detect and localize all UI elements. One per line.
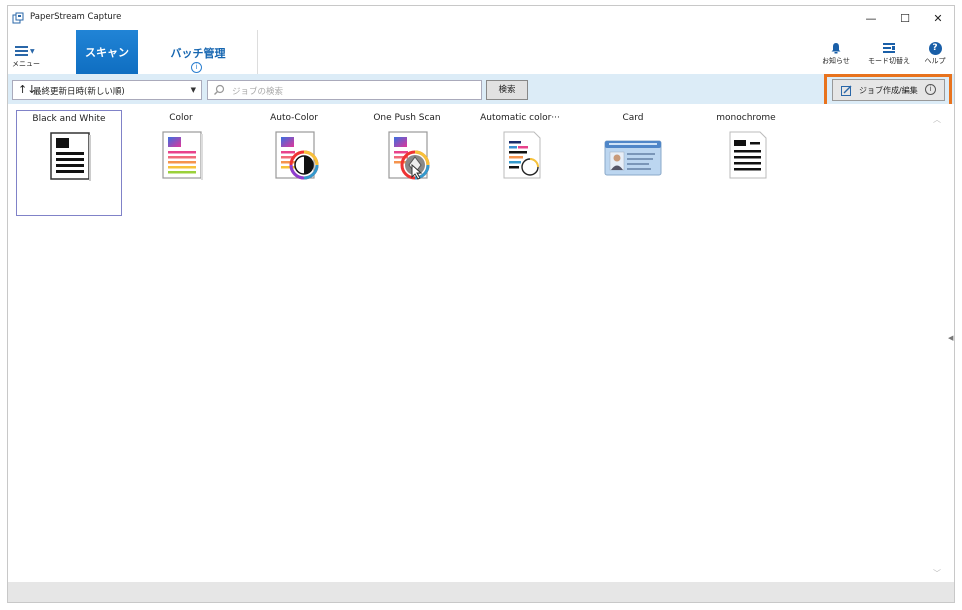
- monochrome-doc-icon: [729, 131, 767, 179]
- tab-batch-label: バッチ管理: [170, 47, 226, 60]
- scroll-up-icon[interactable]: ︿: [933, 114, 941, 125]
- job-monochrome[interactable]: monochrome: [694, 110, 800, 216]
- job-one-push-scan[interactable]: One Push Scan: [355, 110, 461, 216]
- info-icon[interactable]: i: [925, 84, 936, 95]
- search-button[interactable]: 検索: [486, 80, 528, 100]
- black-and-white-doc-icon: [50, 132, 91, 181]
- job-label: Auto-Color: [270, 113, 318, 123]
- automatic-color-doc-icon: [503, 131, 541, 179]
- tab-batch-management[interactable]: バッチ管理 i: [138, 30, 258, 74]
- job-create-edit-button[interactable]: ジョブ作成/編集 i: [832, 79, 945, 101]
- job-color[interactable]: Color: [129, 110, 235, 216]
- scroll-down-icon[interactable]: ﹀: [933, 568, 941, 579]
- job-card[interactable]: Card: [581, 110, 687, 216]
- app-window: PaperStream Capture — ☐ ✕ ▼ メニュー スキャン バッ…: [7, 5, 955, 603]
- side-panel-toggle-icon[interactable]: ◀: [948, 334, 953, 342]
- info-icon[interactable]: i: [191, 62, 202, 73]
- job-label: Black and White: [32, 114, 106, 124]
- maximize-button[interactable]: ☐: [888, 6, 922, 30]
- search-placeholder: ジョブの検索: [232, 87, 284, 97]
- color-doc-icon: [162, 131, 203, 180]
- one-push-scan-icon: [388, 131, 430, 180]
- job-black-and-white[interactable]: Black and White: [16, 110, 122, 216]
- job-label: monochrome: [716, 113, 776, 123]
- caret-down-icon: ▼: [30, 48, 35, 55]
- mode-switch-label: モード切替え: [868, 57, 910, 65]
- help-button[interactable]: ? ヘルプ: [920, 40, 950, 74]
- help-label: ヘルプ: [924, 57, 946, 65]
- id-card-icon: [604, 140, 662, 176]
- hamburger-icon: [15, 46, 28, 58]
- title-bar: PaperStream Capture — ☐ ✕: [8, 6, 954, 30]
- status-bar: [8, 582, 954, 602]
- job-toolbar: ↑↓ 最終更新日時(新しい順) ▼ ジョブの検索 検索 ジョブ作成/編集 i: [8, 74, 954, 112]
- bell-icon: [831, 43, 841, 54]
- edit-icon: [841, 85, 852, 96]
- job-label: Card: [622, 113, 644, 123]
- job-automatic-color[interactable]: Automatic color···: [468, 110, 574, 216]
- job-label: Automatic color···: [480, 113, 560, 123]
- mode-switch-icon: [883, 43, 895, 53]
- auto-color-doc-icon: [275, 131, 319, 180]
- menu-label: メニュー: [12, 60, 40, 68]
- notifications-label: お知らせ: [822, 57, 850, 65]
- tab-scan-label: スキャン: [85, 46, 129, 59]
- sort-dropdown[interactable]: ↑↓ 最終更新日時(新しい順) ▼: [12, 80, 202, 100]
- job-list: Black and White Color Auto-Color One Pus…: [8, 104, 954, 582]
- sort-value: 最終更新日時(新しい順): [33, 87, 125, 97]
- ribbon: ▼ メニュー スキャン バッチ管理 i お知らせ モード切替え ? ヘルプ: [8, 30, 954, 74]
- app-logo-icon: [12, 12, 24, 24]
- window-title: PaperStream Capture: [30, 12, 122, 22]
- notifications-button[interactable]: お知らせ: [816, 40, 856, 74]
- close-button[interactable]: ✕: [921, 6, 955, 30]
- job-label: Color: [169, 113, 193, 123]
- tab-scan[interactable]: スキャン: [76, 30, 138, 74]
- search-icon: [214, 84, 225, 95]
- job-auto-color[interactable]: Auto-Color: [242, 110, 348, 216]
- menu-button[interactable]: ▼ メニュー: [12, 46, 42, 72]
- job-search-input[interactable]: ジョブの検索: [207, 80, 482, 100]
- help-icon: ?: [928, 41, 942, 55]
- mode-switch-button[interactable]: モード切替え: [862, 40, 916, 74]
- vertical-scrollbar[interactable]: ︿ ﹀: [931, 114, 945, 580]
- job-label: One Push Scan: [373, 113, 441, 123]
- minimize-button[interactable]: —: [854, 6, 888, 30]
- chevron-down-icon: ▼: [190, 86, 196, 94]
- job-create-edit-label: ジョブ作成/編集: [859, 86, 918, 95]
